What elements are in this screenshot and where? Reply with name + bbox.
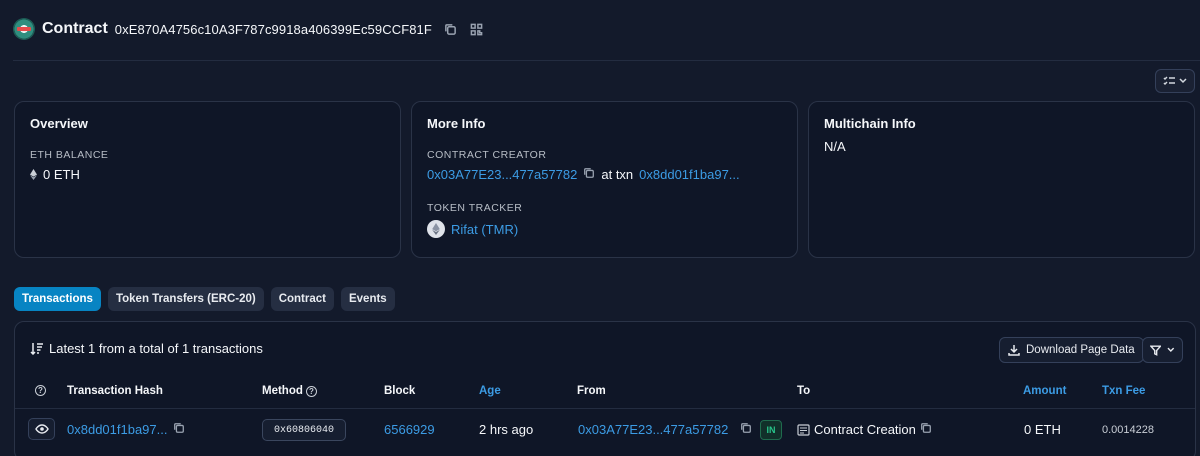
tab-token-transfers[interactable]: Token Transfers (ERC-20) <box>107 287 264 311</box>
download-page-data-button[interactable]: Download Page Data <box>999 337 1144 363</box>
table-divider <box>15 408 1195 409</box>
tab-events[interactable]: Events <box>340 287 395 311</box>
copy-icon[interactable] <box>583 167 595 182</box>
help-icon: ? <box>35 385 46 396</box>
multichain-title: Multichain Info <box>824 116 916 131</box>
column-amount[interactable]: Amount <box>1023 385 1066 397</box>
eth-icon <box>30 169 37 180</box>
overview-title: Overview <box>30 116 88 131</box>
transactions-summary: Latest 1 from a total of 1 transactions <box>30 341 263 356</box>
header-divider <box>13 60 1200 61</box>
eye-icon <box>34 424 49 434</box>
at-txn-text: at txn <box>601 167 634 182</box>
view-options-button[interactable] <box>1155 69 1195 93</box>
filter-icon <box>1150 345 1162 356</box>
download-icon <box>1008 345 1020 356</box>
download-label: Download Page Data <box>1026 344 1135 356</box>
contract-creator-link[interactable]: 0x03A77E23...477a57782 <box>427 167 577 182</box>
summary-text: Latest 1 from a total of 1 transactions <box>49 341 263 356</box>
tab-transactions[interactable]: Transactions <box>14 287 101 311</box>
table-row-age: 2 hrs ago <box>479 422 534 437</box>
filter-button[interactable] <box>1142 337 1183 363</box>
chevron-down-icon <box>1179 78 1187 84</box>
contract-file-icon <box>797 423 810 436</box>
from-address-link[interactable]: 0x03A77E23...477a57782 <box>578 422 728 437</box>
eth-balance-label: ETH BALANCE <box>30 149 109 161</box>
table-row-from: 0x03A77E23...477a57782 <box>578 422 752 437</box>
page-header: Contract 0xE870A4756c10A3F787c9918a40639… <box>13 16 496 42</box>
column-txn-fee[interactable]: Txn Fee <box>1102 385 1145 397</box>
page-title: Contract <box>42 20 108 37</box>
token-tracker-label: TOKEN TRACKER <box>427 202 523 214</box>
table-row-amount: 0 ETH <box>1024 422 1061 437</box>
multichain-card: Multichain Info N/A <box>808 101 1195 258</box>
tab-contract[interactable]: Contract <box>270 287 334 311</box>
copy-icon[interactable] <box>444 22 458 36</box>
column-method-label: Method <box>262 385 303 397</box>
token-icon <box>427 220 445 238</box>
multichain-value: N/A <box>824 139 846 154</box>
copy-icon[interactable] <box>920 422 932 437</box>
transactions-panel: Latest 1 from a total of 1 transactions … <box>14 321 1196 456</box>
column-method: Method ? <box>262 385 317 397</box>
direction-badge: IN <box>760 420 782 440</box>
block-link[interactable]: 6566929 <box>384 422 435 437</box>
info-column-header[interactable]: ? <box>35 385 46 396</box>
help-icon[interactable]: ? <box>305 385 317 397</box>
column-transaction-hash: Transaction Hash <box>67 385 163 397</box>
copy-icon[interactable] <box>173 422 185 437</box>
sort-desc-icon <box>30 343 43 355</box>
creator-txn-link[interactable]: 0x8dd01f1ba97... <box>639 167 739 182</box>
copy-icon[interactable] <box>740 422 752 437</box>
more-info-card: More Info CONTRACT CREATOR 0x03A77E23...… <box>411 101 798 258</box>
token-tracker-link[interactable]: Rifat (TMR) <box>451 222 518 237</box>
view-details-button[interactable] <box>28 418 55 440</box>
to-value: Contract Creation <box>814 422 916 437</box>
transaction-hash-link[interactable]: 0x8dd01f1ba97... <box>67 422 167 437</box>
chevron-down-icon <box>1167 347 1175 352</box>
column-age[interactable]: Age <box>479 385 501 397</box>
column-from: From <box>577 385 606 397</box>
more-info-title: More Info <box>427 116 486 131</box>
eth-balance-value: 0 ETH <box>43 167 80 182</box>
table-row-hash: 0x8dd01f1ba97... <box>67 422 185 437</box>
table-row-fee: 0.0014228 <box>1102 424 1154 436</box>
column-block: Block <box>384 385 416 397</box>
qr-code-icon[interactable] <box>470 22 484 36</box>
column-to: To <box>797 385 811 397</box>
contract-creator-label: CONTRACT CREATOR <box>427 149 547 161</box>
contract-logo-icon <box>13 18 35 40</box>
list-check-icon <box>1163 76 1175 86</box>
tab-bar: Transactions Token Transfers (ERC-20) Co… <box>14 287 395 311</box>
method-badge: 0x60806040 <box>262 419 346 441</box>
table-row-block: 6566929 <box>384 422 435 437</box>
table-row-to: Contract Creation <box>797 422 932 437</box>
contract-address: 0xE870A4756c10A3F787c9918a406399Ec59CCF8… <box>114 21 432 37</box>
overview-card: Overview ETH BALANCE 0 ETH <box>14 101 401 258</box>
